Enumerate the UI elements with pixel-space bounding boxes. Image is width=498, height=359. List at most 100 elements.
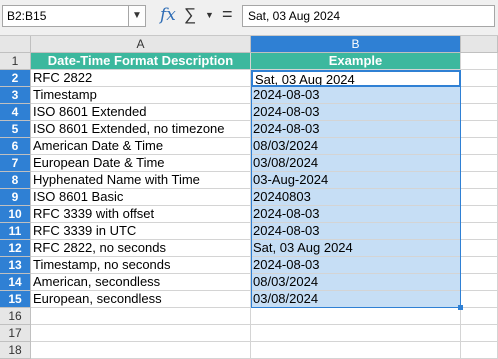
cell[interactable] — [461, 342, 498, 359]
function-wizard-icon[interactable]: fx — [160, 5, 176, 25]
row-header[interactable]: 1 — [0, 53, 31, 70]
example-cell[interactable]: 08/03/2024 — [251, 138, 461, 155]
example-cell[interactable]: 2024-08-03 — [251, 87, 461, 104]
example-cell[interactable]: 2024-08-03 — [251, 206, 461, 223]
cell[interactable] — [461, 325, 498, 342]
description-cell[interactable]: RFC 3339 in UTC — [31, 223, 251, 240]
description-cell[interactable]: ISO 8601 Extended — [31, 104, 251, 121]
column-header-a[interactable]: A — [31, 36, 251, 53]
formula-input-value: Sat, 03 Aug 2024 — [248, 9, 341, 23]
cell[interactable] — [31, 308, 251, 325]
table-row: 18 — [0, 342, 498, 359]
example-cell[interactable]: Sat, 03 Aug 2024 — [251, 240, 461, 257]
row-header[interactable]: 12 — [0, 240, 31, 257]
table-row: 9 ISO 8601 Basic 20240803 — [0, 189, 498, 206]
description-cell[interactable]: Timestamp — [31, 87, 251, 104]
description-cell[interactable]: RFC 2822, no seconds — [31, 240, 251, 257]
fill-handle[interactable] — [458, 305, 463, 310]
table-row: 14 American, secondless 08/03/2024 — [0, 274, 498, 291]
cell[interactable] — [461, 53, 498, 70]
table-row: 11 RFC 3339 in UTC 2024-08-03 — [0, 223, 498, 240]
row-header[interactable]: 8 — [0, 172, 31, 189]
example-cell[interactable]: 2024-08-03 — [251, 121, 461, 138]
sum-dropdown-icon[interactable]: ▼ — [205, 10, 214, 20]
cell[interactable] — [461, 189, 498, 206]
cell[interactable] — [461, 240, 498, 257]
row-header[interactable]: 11 — [0, 223, 31, 240]
row-header[interactable]: 7 — [0, 155, 31, 172]
row-header[interactable]: 6 — [0, 138, 31, 155]
row-header[interactable]: 16 — [0, 308, 31, 325]
table-row: 10 RFC 3339 with offset 2024-08-03 — [0, 206, 498, 223]
name-box-dropdown-icon[interactable]: ▼ — [128, 6, 145, 26]
description-cell[interactable]: ISO 8601 Extended, no timezone — [31, 121, 251, 138]
example-cell[interactable]: 03/08/2024 — [251, 291, 461, 308]
cell[interactable] — [461, 308, 498, 325]
cell[interactable] — [31, 342, 251, 359]
example-cell[interactable]: 08/03/2024 — [251, 274, 461, 291]
row-header[interactable]: 9 — [0, 189, 31, 206]
formula-icon[interactable]: = — [222, 4, 233, 25]
table-row: 6 American Date & Time 08/03/2024 — [0, 138, 498, 155]
example-cell[interactable]: 2024-08-03 — [251, 257, 461, 274]
table-row: 16 — [0, 308, 498, 325]
table-row: 8 Hyphenated Name with Time 03-Aug-2024 — [0, 172, 498, 189]
row-header[interactable]: 10 — [0, 206, 31, 223]
cell[interactable] — [461, 257, 498, 274]
column-headers: A B — [0, 36, 498, 53]
row-header[interactable]: 17 — [0, 325, 31, 342]
example-cell[interactable]: 03-Aug-2024 — [251, 172, 461, 189]
cell[interactable] — [461, 70, 498, 87]
table-row: 4 ISO 8601 Extended 2024-08-03 — [0, 104, 498, 121]
row-header[interactable]: 14 — [0, 274, 31, 291]
example-cell[interactable]: 03/08/2024 — [251, 155, 461, 172]
select-all-corner[interactable] — [0, 36, 31, 53]
row-header[interactable]: 18 — [0, 342, 31, 359]
cell[interactable] — [31, 325, 251, 342]
column-header-c[interactable] — [461, 36, 498, 53]
description-cell[interactable]: RFC 3339 with offset — [31, 206, 251, 223]
example-cell[interactable]: 2024-08-03 — [251, 223, 461, 240]
example-cell[interactable]: Sat, 03 Aug 2024 — [251, 70, 461, 87]
row-header[interactable]: 4 — [0, 104, 31, 121]
cell[interactable] — [251, 325, 461, 342]
table-row: 13 Timestamp, no seconds 2024-08-03 — [0, 257, 498, 274]
description-cell[interactable]: European Date & Time — [31, 155, 251, 172]
row-header[interactable]: 2 — [0, 70, 31, 87]
row-header[interactable]: 3 — [0, 87, 31, 104]
cell[interactable] — [461, 87, 498, 104]
cell[interactable] — [461, 104, 498, 121]
cell[interactable] — [461, 274, 498, 291]
table-row: 2 RFC 2822 Sat, 03 Aug 2024 — [0, 70, 498, 87]
row-header[interactable]: 13 — [0, 257, 31, 274]
cell[interactable] — [461, 291, 498, 308]
cell[interactable] — [251, 342, 461, 359]
row-header[interactable]: 15 — [0, 291, 31, 308]
cell[interactable] — [461, 121, 498, 138]
description-cell[interactable]: ISO 8601 Basic — [31, 189, 251, 206]
cell[interactable] — [251, 308, 461, 325]
name-box[interactable]: B2:B15 ▼ — [2, 5, 146, 27]
header-cell-example[interactable]: Example — [251, 53, 461, 70]
description-cell[interactable]: Hyphenated Name with Time — [31, 172, 251, 189]
description-cell[interactable]: American Date & Time — [31, 138, 251, 155]
cell[interactable] — [461, 138, 498, 155]
description-cell[interactable]: Timestamp, no seconds — [31, 257, 251, 274]
cell[interactable] — [461, 223, 498, 240]
example-cell[interactable]: 20240803 — [251, 189, 461, 206]
table-row: 1 Date-Time Format Description Example — [0, 53, 498, 70]
column-header-b[interactable]: B — [251, 36, 461, 53]
description-cell[interactable]: European, secondless — [31, 291, 251, 308]
description-cell[interactable]: American, secondless — [31, 274, 251, 291]
row-header[interactable]: 5 — [0, 121, 31, 138]
cell[interactable] — [461, 155, 498, 172]
description-cell[interactable]: RFC 2822 — [31, 70, 251, 87]
formula-input[interactable]: Sat, 03 Aug 2024 — [242, 5, 495, 27]
example-cell[interactable]: 2024-08-03 — [251, 104, 461, 121]
cell[interactable] — [461, 172, 498, 189]
table-row: 17 — [0, 325, 498, 342]
cell[interactable] — [461, 206, 498, 223]
header-cell-description[interactable]: Date-Time Format Description — [31, 53, 251, 70]
table-row: 5 ISO 8601 Extended, no timezone 2024-08-0… — [0, 121, 498, 138]
sum-icon[interactable]: ∑ — [184, 5, 196, 25]
